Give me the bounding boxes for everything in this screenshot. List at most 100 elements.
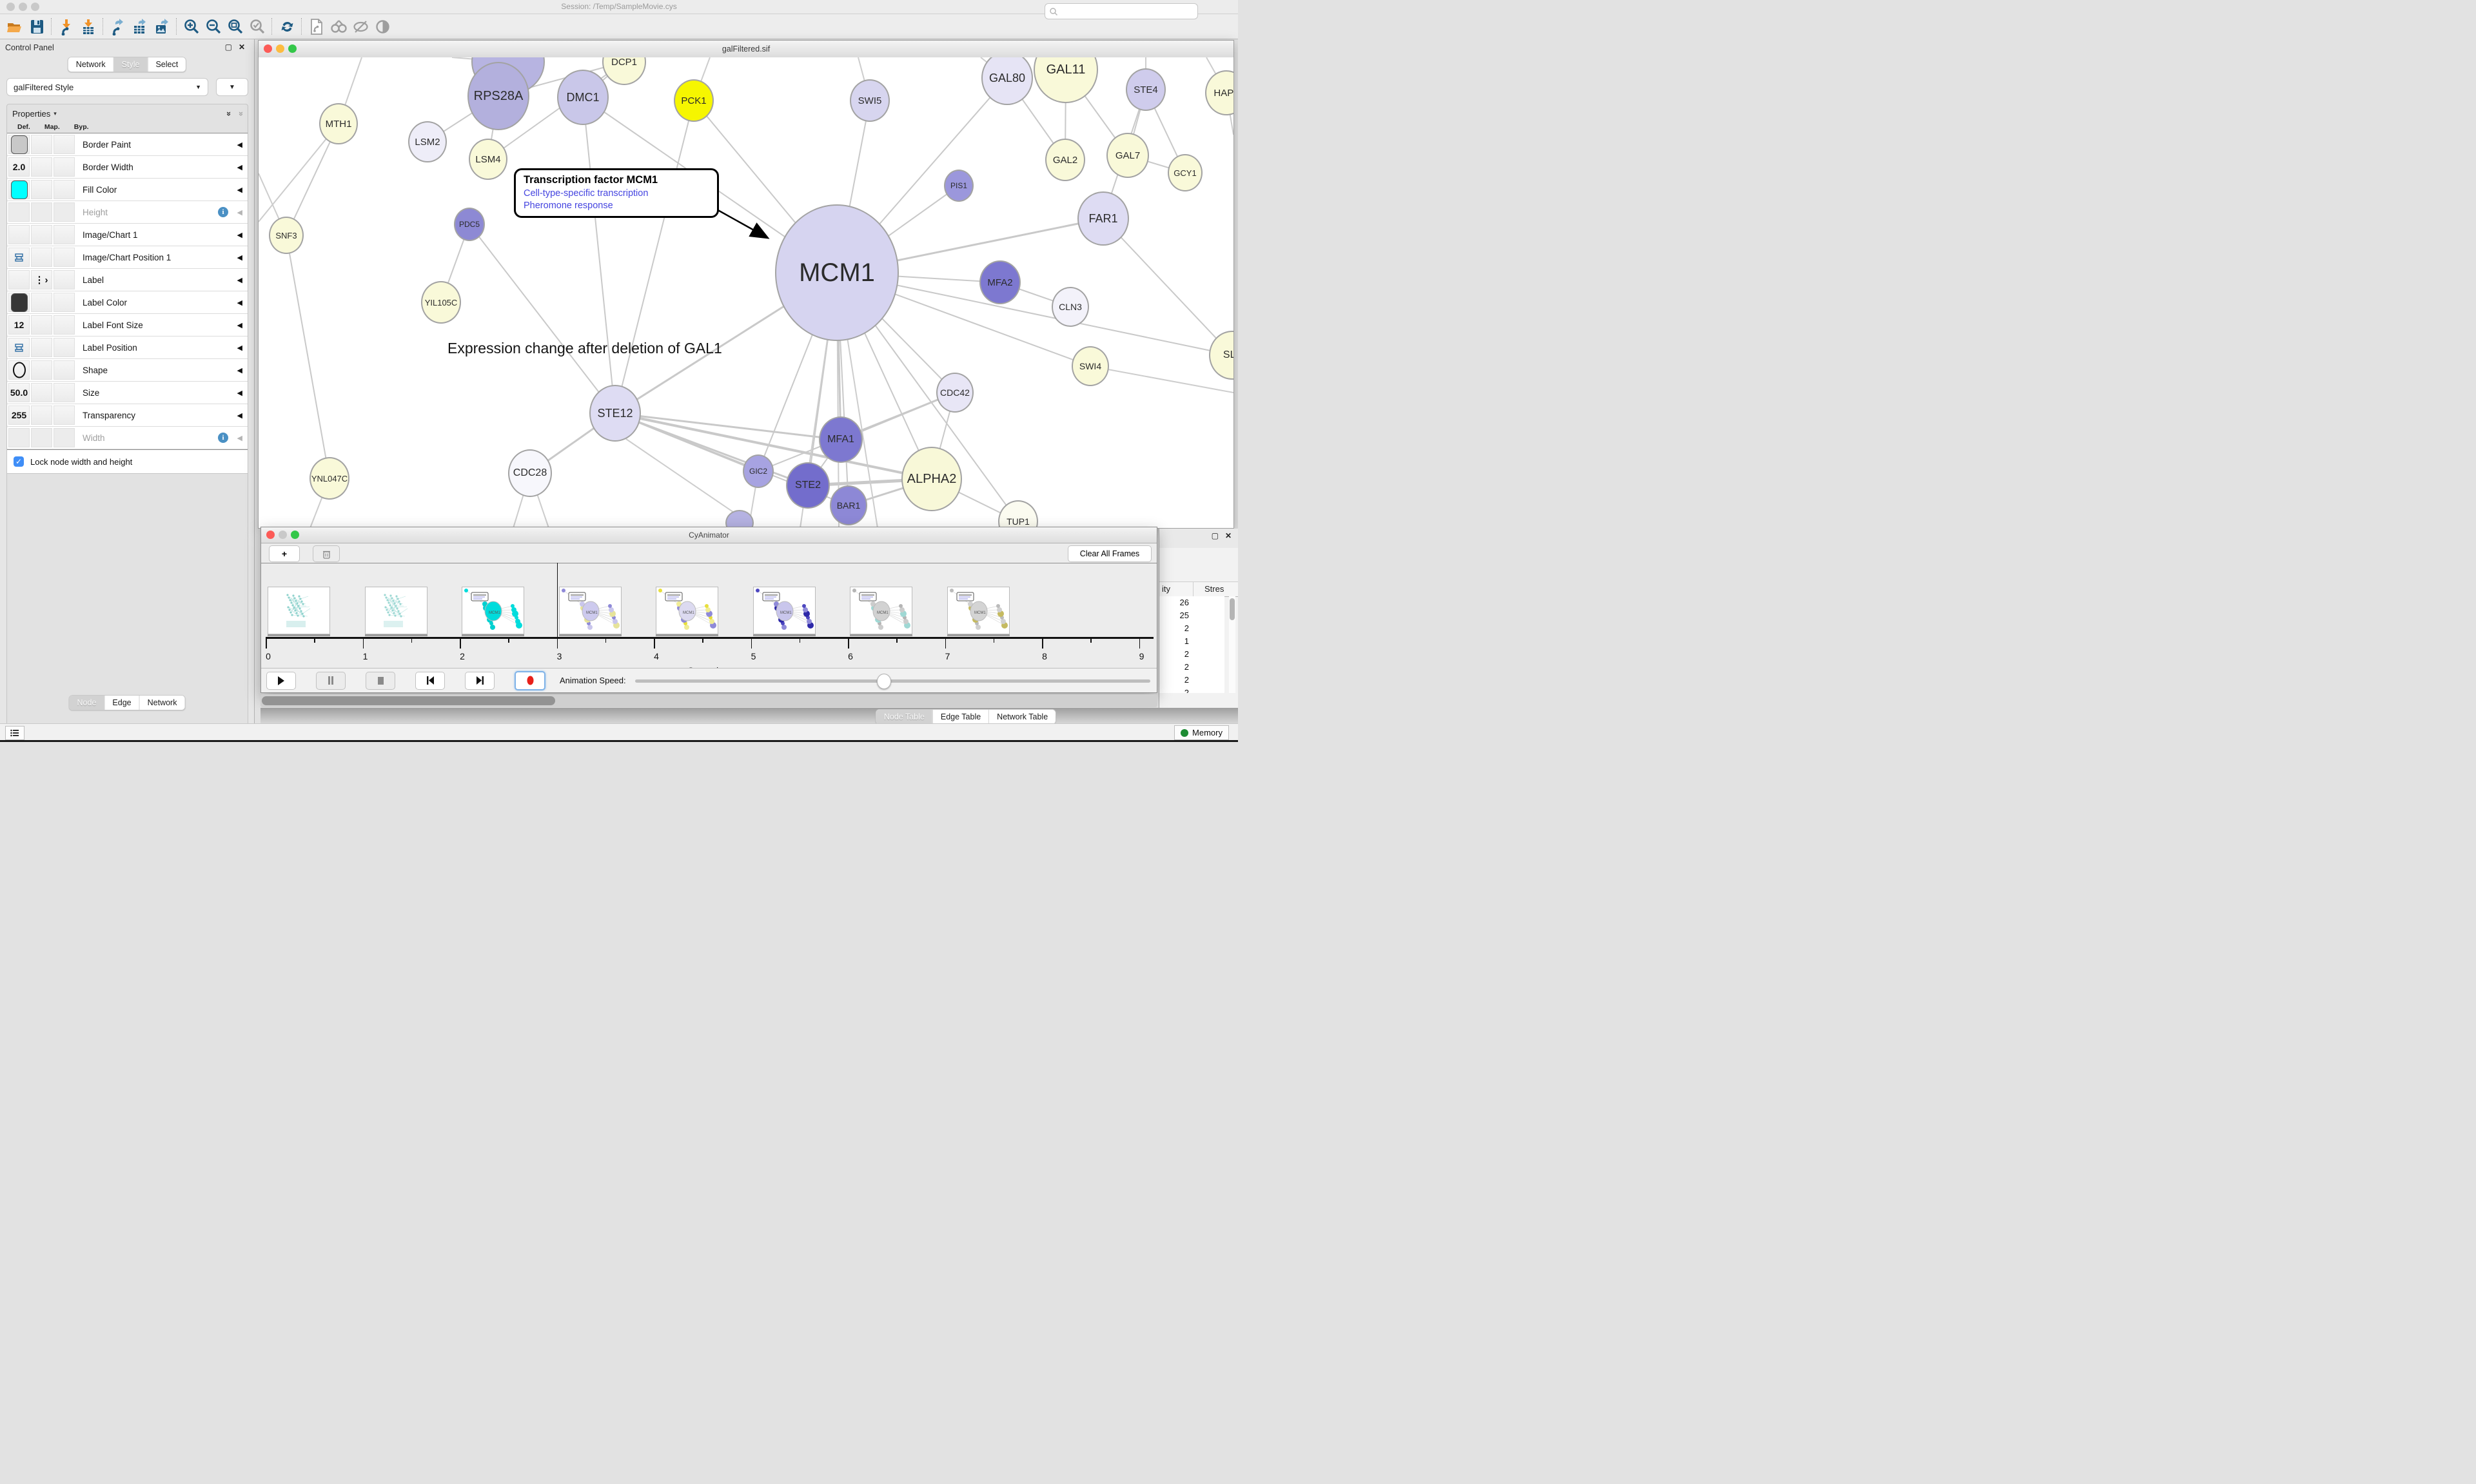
table-cell-value[interactable]: 2 — [1159, 661, 1224, 674]
expand-row-arrow[interactable]: ◀ — [237, 208, 242, 217]
network-node-ste12[interactable]: STE12 — [589, 385, 641, 442]
expand-row-arrow[interactable]: ◀ — [237, 253, 242, 262]
zoom-out-button[interactable] — [202, 17, 224, 36]
default-value-cell[interactable] — [8, 202, 30, 222]
stop-button[interactable] — [366, 672, 395, 690]
network-node-cdc28[interactable]: CDC28 — [508, 449, 552, 497]
default-value-cell[interactable]: 255 — [8, 405, 30, 425]
table-column-headers[interactable]: ity Stres — [1159, 581, 1238, 597]
property-row-label-color[interactable]: Label Color◀ — [7, 291, 248, 314]
annotation-link[interactable]: Cell-type-specific transcription — [524, 188, 709, 199]
expand-all-icon[interactable]: » — [224, 111, 234, 115]
mapping-cell[interactable] — [31, 202, 52, 222]
default-value-cell[interactable] — [8, 360, 30, 380]
table-cell-value[interactable]: 2 — [1159, 687, 1224, 693]
mapping-cell[interactable] — [31, 135, 52, 154]
tab-select[interactable]: Select — [147, 57, 186, 72]
open-session-button[interactable] — [4, 17, 26, 36]
import-table-button[interactable] — [77, 17, 99, 36]
network-node-pdc5[interactable]: PDC5 — [454, 208, 485, 241]
default-value-cell[interactable]: 12 — [8, 315, 30, 335]
bypass-cell[interactable] — [54, 315, 75, 335]
default-value-cell[interactable] — [8, 248, 30, 267]
network-node-rps28a[interactable]: RPS28A — [467, 62, 529, 130]
network-node-pis1[interactable]: PIS1 — [944, 170, 974, 202]
expand-row-arrow[interactable]: ◀ — [237, 434, 242, 442]
network-node-gcy1[interactable]: GCY1 — [1168, 154, 1203, 191]
property-row-fill-color[interactable]: Fill Color◀ — [7, 179, 248, 201]
table-cell-value[interactable]: 25 — [1159, 609, 1224, 622]
bypass-cell[interactable] — [54, 202, 75, 222]
bypass-cell[interactable] — [54, 135, 75, 154]
expand-row-arrow[interactable]: ◀ — [237, 389, 242, 397]
expand-row-arrow[interactable]: ◀ — [237, 141, 242, 149]
clear-all-frames-button[interactable]: Clear All Frames — [1068, 545, 1152, 562]
network-node-mth1[interactable]: MTH1 — [319, 103, 358, 144]
network-node-snf3[interactable]: SNF3 — [269, 217, 304, 254]
network-doc-button[interactable] — [306, 17, 328, 36]
bypass-cell[interactable] — [54, 180, 75, 199]
minimize-icon[interactable] — [279, 531, 287, 539]
search-input[interactable] — [1045, 3, 1198, 19]
mapping-cell[interactable] — [31, 180, 52, 199]
network-node-cdc42[interactable]: CDC42 — [936, 373, 974, 413]
column-header-centrality[interactable]: ity — [1162, 584, 1170, 594]
hide-selected-button[interactable] — [349, 17, 371, 36]
default-value-cell[interactable] — [8, 338, 30, 357]
tab-style[interactable]: Style — [113, 57, 148, 72]
table-cell-value[interactable]: 2 — [1159, 648, 1224, 661]
table-values[interactable]: 26252122222 — [1159, 596, 1224, 693]
network-node-mfa2[interactable]: MFA2 — [979, 260, 1021, 304]
property-row-image-chart-position-1[interactable]: Image/Chart Position 1◀ — [7, 246, 248, 269]
property-row-width[interactable]: Widthi◀ — [7, 427, 248, 449]
mapping-cell[interactable] — [31, 360, 52, 380]
import-network-button[interactable] — [55, 17, 77, 36]
default-value-cell[interactable] — [8, 293, 30, 312]
network-node-dmc1[interactable]: DMC1 — [557, 70, 609, 125]
network-node-lsm2[interactable]: LSM2 — [408, 121, 447, 162]
maximize-icon[interactable] — [291, 531, 299, 539]
tab-network-table[interactable]: Network Table — [988, 710, 1056, 724]
minimize-icon[interactable] — [276, 44, 284, 53]
zoom-fit-button[interactable] — [224, 17, 246, 36]
network-node-lsm4[interactable]: LSM4 — [469, 139, 507, 180]
float-panel-icon[interactable]: ▢ — [225, 43, 232, 51]
timeline-playhead[interactable] — [557, 563, 558, 639]
frame-thumbnail-6[interactable]: MCM1 — [753, 587, 816, 634]
tab-node-table[interactable]: Node Table — [876, 710, 932, 724]
expand-row-arrow[interactable]: ◀ — [237, 366, 242, 375]
mapping-cell[interactable] — [31, 315, 52, 335]
close-panel-icon[interactable]: ✕ — [239, 43, 245, 51]
default-value-cell[interactable] — [8, 135, 30, 154]
expand-row-arrow[interactable]: ◀ — [237, 411, 242, 420]
mapping-cell[interactable] — [31, 428, 52, 447]
delete-frame-button[interactable] — [313, 545, 340, 562]
bypass-cell[interactable] — [54, 225, 75, 244]
table-horizontal-scrollbar[interactable] — [260, 694, 1157, 707]
show-all-button[interactable] — [371, 17, 393, 36]
go-to-start-button[interactable] — [415, 672, 445, 690]
property-row-shape[interactable]: Shape◀ — [7, 359, 248, 382]
bypass-cell[interactable] — [54, 428, 75, 447]
column-header-stress[interactable]: Stres — [1204, 584, 1224, 594]
network-node-yil105c[interactable]: YIL105C — [421, 281, 461, 324]
table-scrollbar[interactable] — [1229, 596, 1235, 693]
property-row-label-font-size[interactable]: 12Label Font Size◀ — [7, 314, 248, 337]
collapse-all-icon[interactable]: « — [235, 111, 245, 115]
default-value-cell[interactable] — [8, 428, 30, 447]
network-window-titlebar[interactable]: galFiltered.sif — [259, 41, 1233, 58]
tab-network[interactable]: Network — [68, 57, 113, 72]
save-session-button[interactable] — [26, 17, 48, 36]
frame-thumbnail-4[interactable]: MCM1 — [559, 587, 622, 634]
property-row-label-position[interactable]: Label Position◀ — [7, 337, 248, 359]
network-node-ste2[interactable]: STE2 — [786, 462, 830, 509]
bypass-cell[interactable] — [54, 248, 75, 267]
network-canvas[interactable]: DCP1RPS28ADMC1PCK1MTH1LSM2LSM4SWI5GAL80G… — [259, 57, 1233, 528]
cyanimator-titlebar[interactable]: CyAnimator — [261, 527, 1157, 543]
annotation-link[interactable]: Pheromone response — [524, 200, 709, 211]
network-node-cln3[interactable]: CLN3 — [1052, 287, 1089, 327]
mapping-cell[interactable] — [31, 248, 52, 267]
mapping-cell[interactable] — [31, 157, 52, 177]
add-frame-button[interactable]: + — [269, 545, 300, 562]
frame-thumbnail-5[interactable]: MCM1 — [656, 587, 718, 634]
